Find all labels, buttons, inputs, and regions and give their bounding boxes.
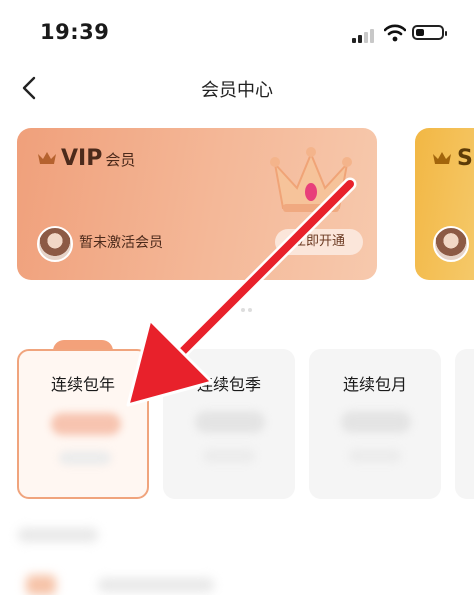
benefit-icon-blurred [26,575,56,595]
plan-option-yearly[interactable]: 连续包年 [17,349,149,499]
plan-subprice-blurred [349,449,401,463]
plan-option-partial[interactable] [455,349,474,499]
plan-subprice-blurred [59,451,111,465]
plan-subprice-blurred [203,449,255,463]
membership-status-text: 暂未激活会员 [79,235,163,251]
status-bar: 19:39 [0,0,474,66]
vip-card-title: VIP 会员 [61,146,135,171]
benefit-text-blurred [98,578,214,592]
page-title: 会员中心 [201,80,273,101]
plan-option-monthly[interactable]: 连续包月 [309,349,441,499]
cellular-signal-icon [352,27,376,43]
vip-membership-card[interactable]: VIP 会员 暂未激活会员 立即开通 [17,128,377,280]
carousel-indicator [241,297,255,316]
section-heading-blurred [18,528,98,542]
svip-membership-card[interactable]: S [415,128,474,280]
vip-brand: VIP [61,146,103,171]
plan-price-blurred [341,411,411,433]
crown-illustration-icon [270,147,352,212]
vip-suffix: 会员 [105,151,136,169]
user-avatar [433,226,469,262]
battery-icon [412,25,447,40]
plan-label: 连续包月 [342,375,407,394]
user-avatar [37,226,73,262]
crown-icon [38,152,56,164]
svip-card-title: S [457,146,473,171]
plan-option-quarterly[interactable]: 连续包季 [163,349,295,499]
activate-membership-button[interactable]: 立即开通 [275,229,363,255]
plan-label: 连续包季 [196,375,261,394]
plan-price-blurred [51,413,121,435]
plan-price-blurred [195,411,265,433]
crown-icon [433,152,451,164]
wifi-icon [384,24,406,42]
plan-label: 连续包年 [50,375,115,394]
status-time: 19:39 [40,20,110,44]
